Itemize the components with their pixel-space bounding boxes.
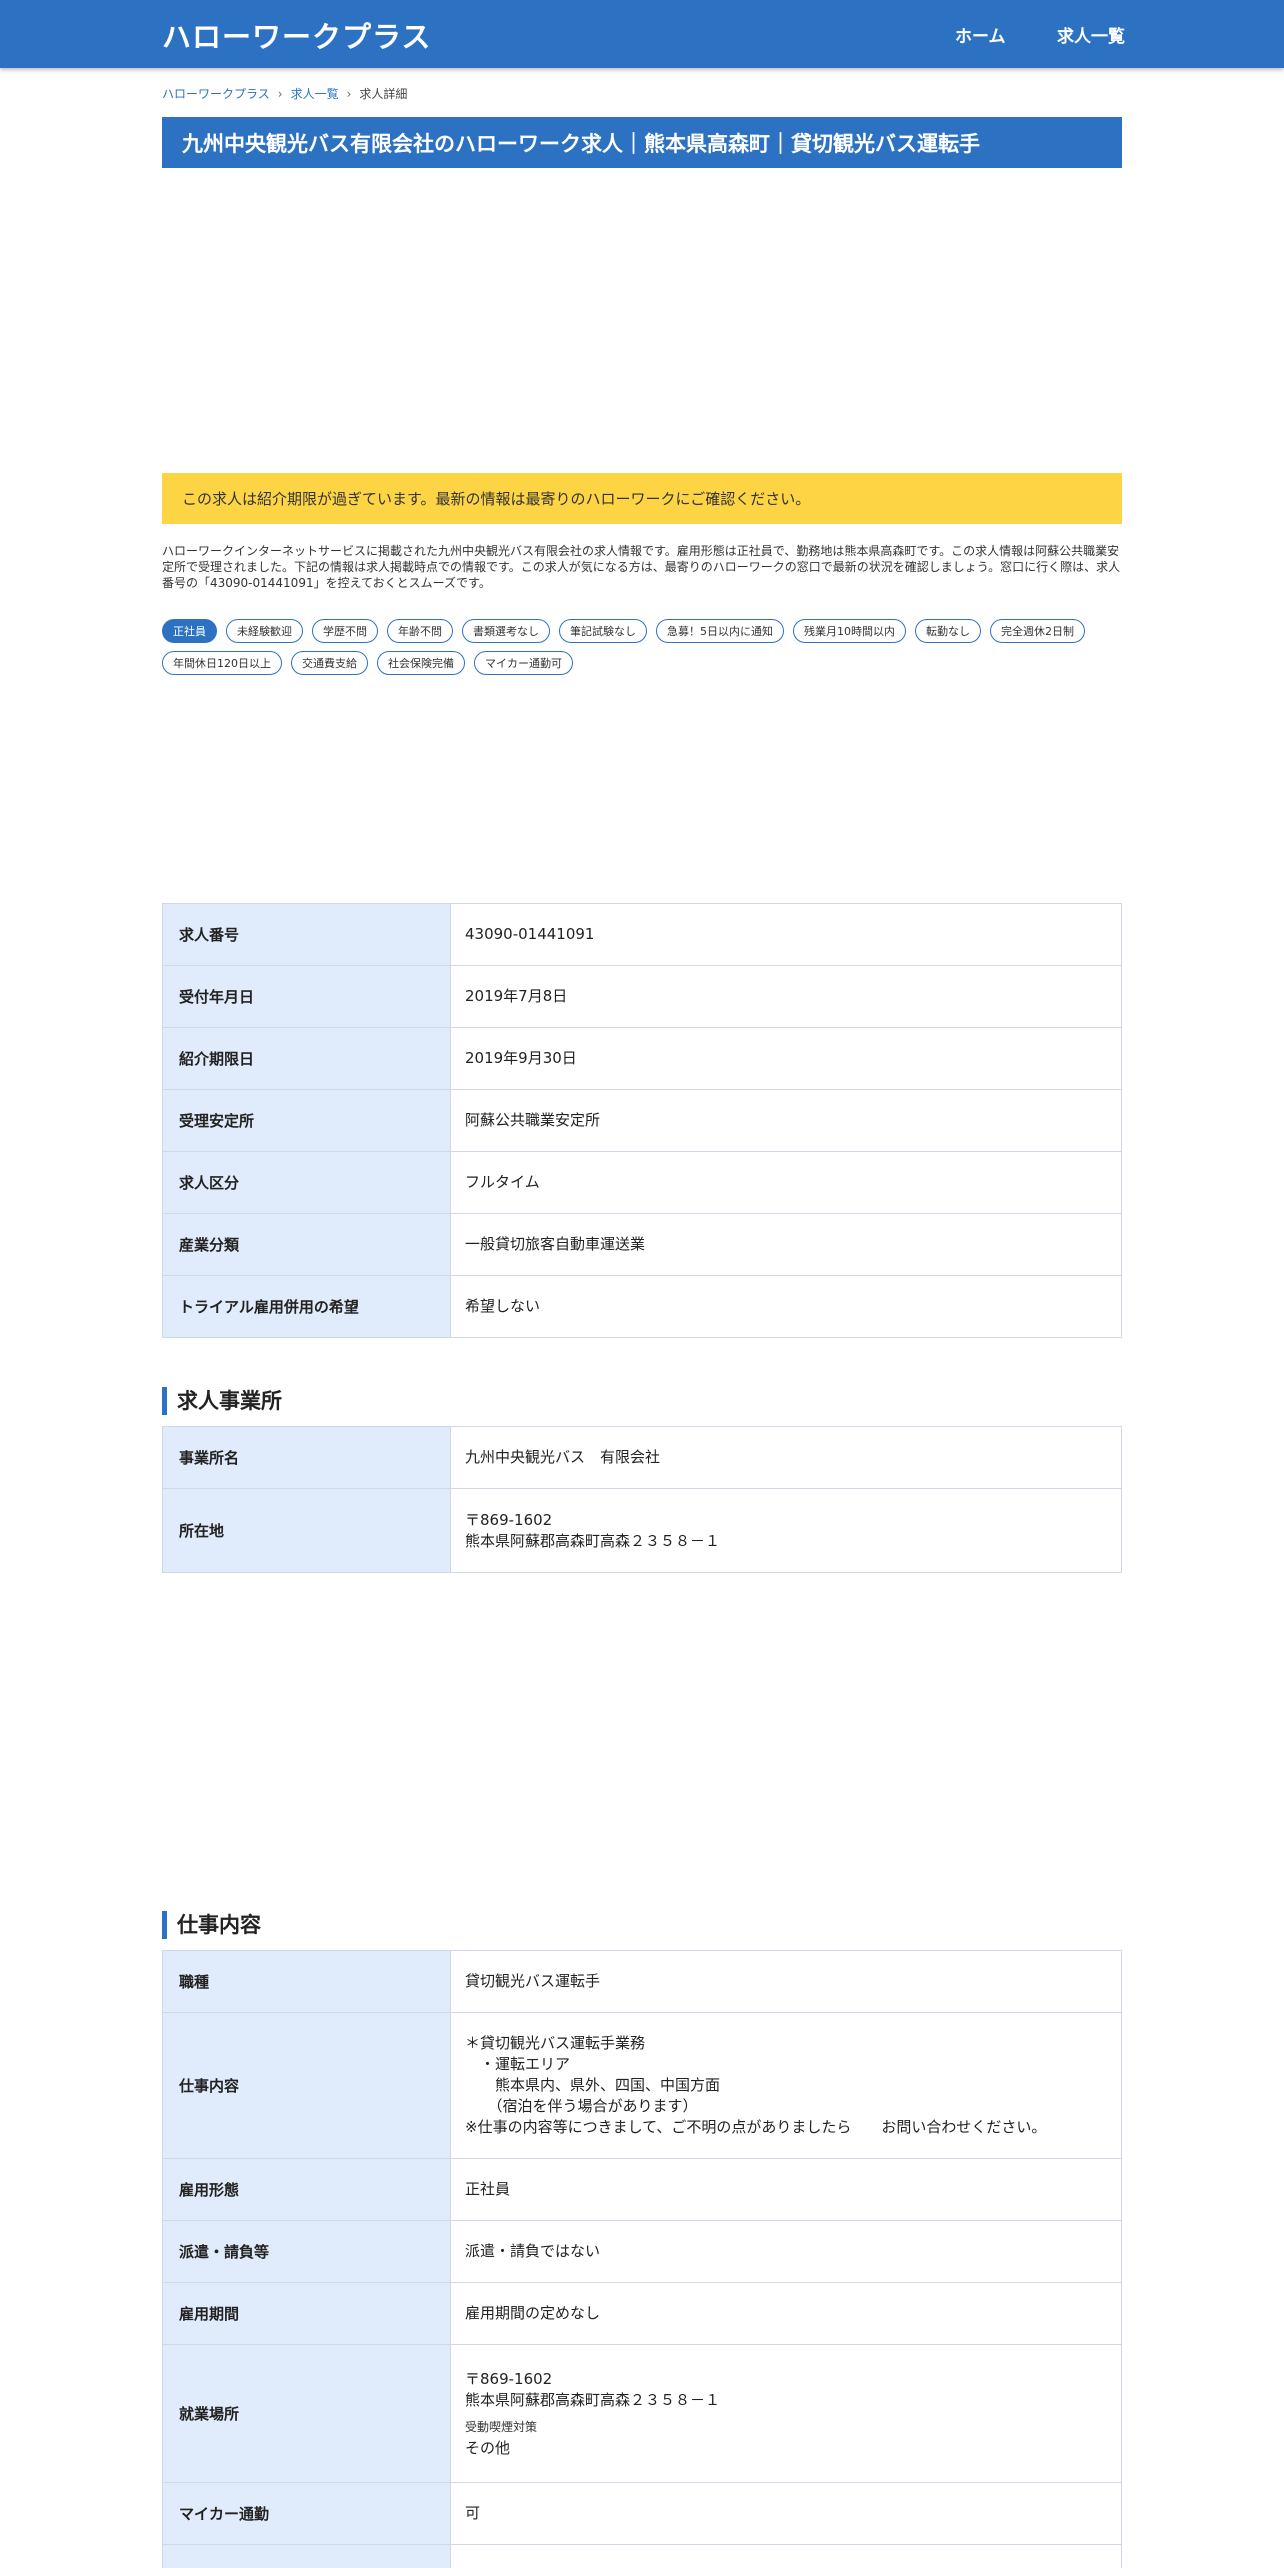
breadcrumb-home[interactable]: ハローワークプラス: [162, 85, 270, 102]
row-label: 求人区分: [162, 1151, 451, 1214]
occupation-value: 貸切観光バス運転手: [450, 1950, 1122, 2013]
tag-overtime[interactable]: 残業月10時間以内: [793, 619, 906, 643]
car-value: 可: [450, 2482, 1122, 2545]
job-table: 職種 貸切観光バス運転手 仕事内容 ＊貸切観光バス運転手業務 ・運転エリア 熊本県内…: [162, 1950, 1122, 2568]
row-label: マイカー通勤: [162, 2482, 451, 2545]
table-row: 雇用期間 雇用期間の定めなし: [162, 2282, 1122, 2345]
table-row: 仕事内容 ＊貸切観光バス運転手業務 ・運転エリア 熊本県内、県外、四国、中国方面 …: [162, 2012, 1122, 2159]
table-row: 受付年月日 2019年7月8日: [162, 965, 1122, 1028]
postal-code: 〒869-1602: [465, 1510, 553, 1529]
smoking-label: 受動喫煙対策: [465, 2419, 538, 2434]
job-content: ＊貸切観光バス運転手業務 ・運転エリア 熊本県内、県外、四国、中国方面 （宿泊を…: [450, 2012, 1122, 2159]
row-label: 仕事内容: [162, 2012, 451, 2159]
section-title-job: 仕事内容: [162, 1911, 261, 1939]
row-label: 紹介期限日: [162, 1027, 451, 1090]
smoking-value: その他: [465, 2438, 511, 2457]
row-label: 受理安定所: [162, 1089, 451, 1152]
tag-no-document-screening[interactable]: 書類選考なし: [462, 619, 550, 643]
site-header: ハローワークプラス ホーム 求人一覧: [0, 0, 1284, 68]
row-value: 43090-01441091: [450, 903, 1122, 966]
row-label: 転勤の可能性: [162, 2544, 451, 2568]
tag-car-commute[interactable]: マイカー通勤可: [474, 651, 573, 675]
table-row: 事業所名 九州中央観光バス 有限会社: [162, 1426, 1122, 1489]
tag-social-insurance[interactable]: 社会保険完備: [377, 651, 465, 675]
basic-info-table: 求人番号 43090-01441091 受付年月日 2019年7月8日 紹介期限日 2…: [162, 903, 1122, 1338]
tag-urgent[interactable]: 急募！5日以内に通知: [656, 619, 784, 643]
intro-text: ハローワークインターネットサービスに掲載された九州中央観光バス有限会社の求人情報…: [162, 544, 1121, 590]
site-logo[interactable]: ハローワークプラス: [162, 14, 431, 56]
breadcrumb-current: 求人詳細: [359, 87, 408, 101]
office-address: 〒869-1602 熊本県阿蘇郡高森町高森２３５８－１: [450, 1488, 1122, 1573]
nav-job-list[interactable]: 求人一覧: [1057, 22, 1125, 47]
expired-notice: この求人は紹介期限が過ぎています。最新の情報は最寄りのハローワークにご確認くださ…: [162, 473, 1122, 524]
row-label: 雇用形態: [162, 2158, 451, 2221]
table-row: 転勤の可能性: [162, 2544, 1122, 2568]
chevron-right-icon: ›: [277, 86, 283, 101]
row-label: 所在地: [162, 1488, 451, 1573]
row-value: 一般貸切旅客自動車運送業: [450, 1213, 1122, 1276]
table-row: 職種 貸切観光バス運転手: [162, 1950, 1122, 2013]
table-row: マイカー通勤可: [162, 2482, 1122, 2545]
row-label: 事業所名: [162, 1426, 451, 1489]
tag-inexperienced-ok[interactable]: 未経験歓迎: [226, 619, 303, 643]
content-line: ＊貸切観光バス運転手業務: [465, 2034, 646, 2052]
dispatch-value: 派遣・請負ではない: [450, 2220, 1122, 2283]
tag-transport-allowance[interactable]: 交通費支給: [291, 651, 368, 675]
tag-education[interactable]: 学歴不問: [312, 619, 378, 643]
table-row: 派遣・請負等 派遣・請負ではない: [162, 2220, 1122, 2283]
row-label: 就業場所: [162, 2344, 451, 2483]
tag-age[interactable]: 年齢不問: [387, 619, 453, 643]
row-value: フルタイム: [450, 1151, 1122, 1214]
row-label: トライアル雇用併用の希望: [162, 1275, 451, 1338]
tag-two-days-off[interactable]: 完全週休2日制: [990, 619, 1085, 643]
table-row: 求人番号 43090-01441091: [162, 903, 1122, 966]
row-label: 派遣・請負等: [162, 2220, 451, 2283]
table-row: 紹介期限日 2019年9月30日: [162, 1027, 1122, 1090]
row-value: 2019年7月8日: [450, 965, 1122, 1028]
row-label: 受付年月日: [162, 965, 451, 1028]
row-label: 職種: [162, 1950, 451, 2013]
work-place: 〒869-1602 熊本県阿蘇郡高森町高森２３５８－１ 受動喫煙対策その他: [450, 2344, 1122, 2483]
feature-tags: 正社員 未経験歓迎 学歴不問 年齢不問 書類選考なし 筆記試験なし 急募！5日以…: [162, 619, 1122, 675]
row-value: 希望しない: [450, 1275, 1122, 1338]
period-value: 雇用期間の定めなし: [450, 2282, 1122, 2345]
office-name: 九州中央観光バス 有限会社: [450, 1426, 1122, 1489]
content-line: 熊本県内、県外、四国、中国方面: [465, 2076, 721, 2094]
content-line: （宿泊を伴う場合があります）: [465, 2097, 698, 2115]
page-title: 九州中央観光バス有限会社のハローワーク求人｜熊本県高森町｜貸切観光バス運転手: [162, 117, 1122, 168]
chevron-right-icon: ›: [346, 86, 352, 101]
content-line: ※仕事の内容等につきまして、ご不明の点がありましたら お問い合わせください。: [465, 2118, 1047, 2136]
row-label: 求人番号: [162, 903, 451, 966]
row-label: 雇用期間: [162, 2282, 451, 2345]
table-row: 受理安定所 阿蘇公共職業安定所: [162, 1089, 1122, 1152]
office-table: 事業所名 九州中央観光バス 有限会社 所在地 〒869-1602 熊本県阿蘇郡高森町高…: [162, 1426, 1122, 1573]
table-row: トライアル雇用併用の希望 希望しない: [162, 1275, 1122, 1338]
table-row: 所在地 〒869-1602 熊本県阿蘇郡高森町高森２３５８－１: [162, 1488, 1122, 1573]
content-line: ・運転エリア: [465, 2055, 571, 2073]
nav-home[interactable]: ホーム: [955, 22, 1006, 47]
tag-full-time[interactable]: 正社員: [162, 619, 217, 643]
tag-no-written-exam[interactable]: 筆記試験なし: [559, 619, 647, 643]
tag-no-transfer[interactable]: 転勤なし: [915, 619, 981, 643]
postal-code: 〒869-1602: [465, 2369, 553, 2388]
breadcrumb: ハローワークプラス › 求人一覧 › 求人詳細: [162, 85, 407, 102]
row-value: 2019年9月30日: [450, 1027, 1122, 1090]
breadcrumb-job-list[interactable]: 求人一覧: [291, 85, 339, 102]
table-row: 雇用形態 正社員: [162, 2158, 1122, 2221]
address-line: 熊本県阿蘇郡高森町高森２３５８－１: [465, 2390, 721, 2409]
employment-value: 正社員: [450, 2158, 1122, 2221]
table-row: 就業場所 〒869-1602 熊本県阿蘇郡高森町高森２３５８－１ 受動喫煙対策その他: [162, 2344, 1122, 2483]
tag-holidays[interactable]: 年間休日120日以上: [162, 651, 282, 675]
row-value: [450, 2544, 1122, 2568]
row-label: 産業分類: [162, 1213, 451, 1276]
table-row: 求人区分 フルタイム: [162, 1151, 1122, 1214]
address-line: 熊本県阿蘇郡高森町高森２３５８－１: [465, 1531, 721, 1550]
row-value: 阿蘇公共職業安定所: [450, 1089, 1122, 1152]
section-title-office: 求人事業所: [162, 1387, 282, 1415]
table-row: 産業分類 一般貸切旅客自動車運送業: [162, 1213, 1122, 1276]
